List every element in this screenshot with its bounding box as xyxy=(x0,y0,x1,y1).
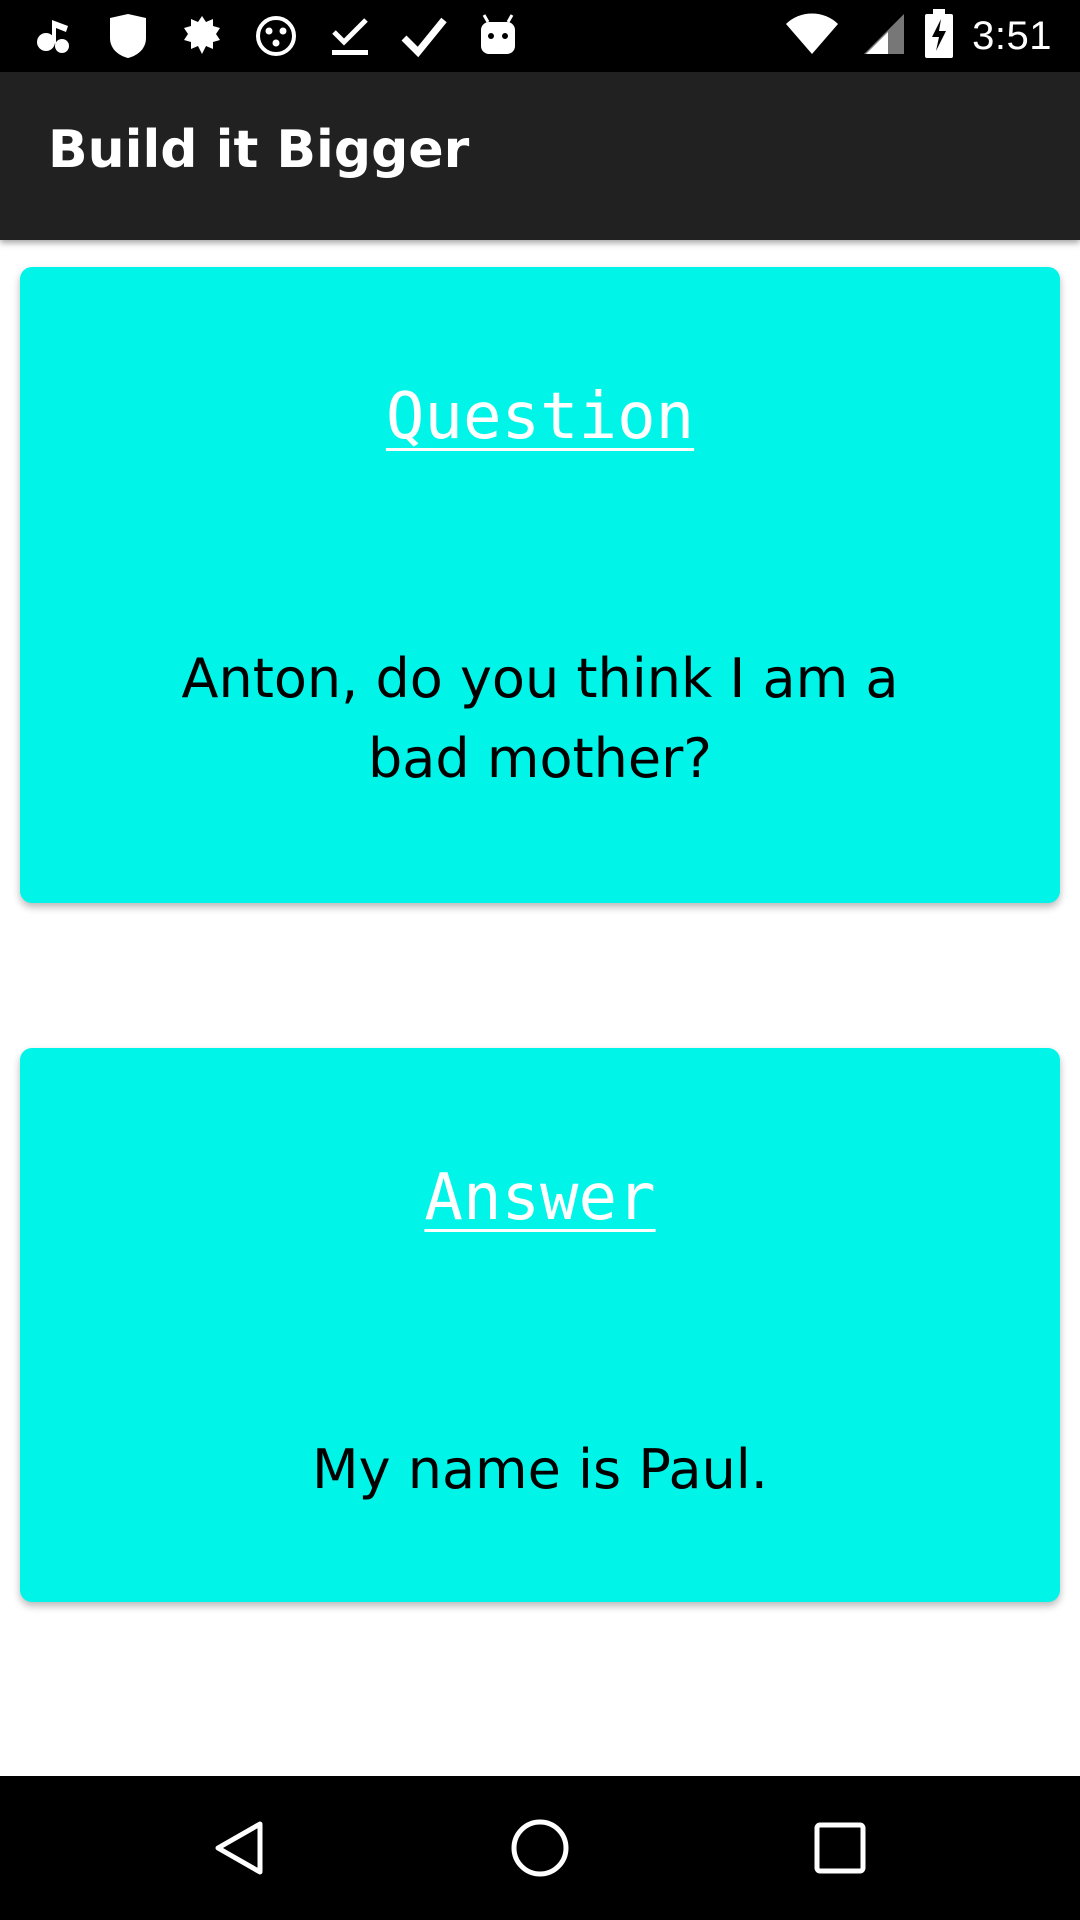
battery-charging-icon xyxy=(924,8,954,64)
app-title: Build it Bigger xyxy=(48,120,470,180)
check-icon xyxy=(400,12,448,60)
navigation-bar xyxy=(0,1776,1080,1920)
android-icon xyxy=(474,12,522,60)
face-icon xyxy=(252,12,300,60)
recent-apps-button[interactable] xyxy=(790,1798,890,1898)
download-done-icon xyxy=(326,12,374,60)
shield-icon xyxy=(104,12,152,60)
status-bar: 3:51 xyxy=(0,0,1080,72)
home-button[interactable] xyxy=(490,1798,590,1898)
badge-icon xyxy=(178,12,226,60)
back-icon xyxy=(215,1821,263,1875)
back-button[interactable] xyxy=(190,1798,290,1898)
signal-icon xyxy=(858,12,906,61)
question-heading: Question xyxy=(385,380,695,454)
question-card: Question Anton, do you think I am a bad … xyxy=(20,267,1060,903)
music-note-icon xyxy=(30,12,78,60)
answer-card: Answer My name is Paul. xyxy=(20,1048,1060,1602)
app-bar: Build it Bigger xyxy=(0,72,1080,240)
notification-icons xyxy=(30,10,522,62)
wifi-icon xyxy=(784,12,840,61)
answer-heading: Answer xyxy=(424,1161,656,1235)
recent-apps-icon xyxy=(814,1822,866,1874)
system-icons: 3:51 xyxy=(784,8,1052,64)
clock: 3:51 xyxy=(972,13,1052,58)
home-icon xyxy=(511,1819,569,1877)
question-text: Anton, do you think I am a bad mother? xyxy=(181,647,899,790)
answer-text: My name is Paul. xyxy=(312,1438,768,1501)
